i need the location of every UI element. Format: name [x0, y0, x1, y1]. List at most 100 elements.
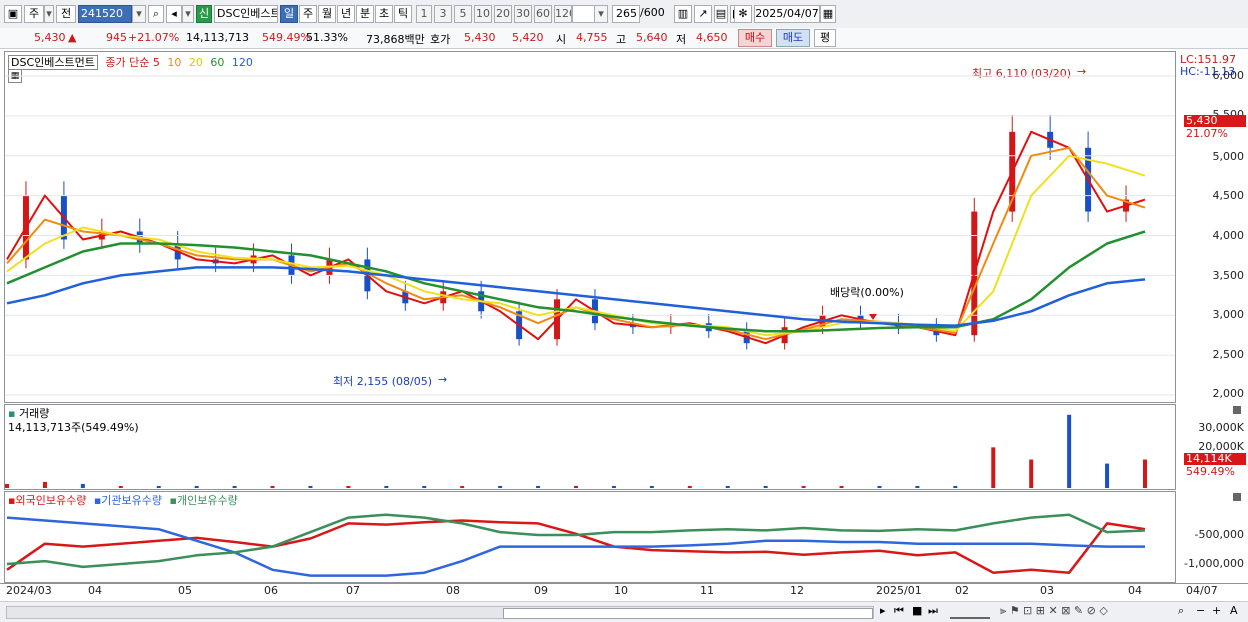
volume-bar-3 [118, 485, 123, 488]
stock-name[interactable]: DSC인베스트 [214, 5, 278, 23]
y-tick-5000: 5,000 [1212, 150, 1245, 163]
zoom-out-icon[interactable]: − [1196, 604, 1205, 617]
volume-bar-21 [801, 485, 806, 488]
volume-bar-29 [1105, 463, 1110, 488]
interval-dropdown-icon[interactable]: ▾ [594, 5, 608, 23]
volume-bar-7 [270, 485, 275, 488]
x-label-5: 08 [446, 584, 460, 597]
x-label-2: 05 [178, 584, 192, 597]
volume-bar-18 [687, 485, 692, 488]
interval-20[interactable]: 20 [494, 5, 512, 23]
bid-price: 5,420 [512, 31, 544, 44]
low-label: 저 [676, 33, 687, 46]
sell-button[interactable]: 매도 [776, 29, 810, 47]
interval-10[interactable]: 10 [474, 5, 492, 23]
search-icon[interactable]: ⌕ [148, 5, 164, 23]
period-minute[interactable]: 분 [356, 5, 374, 23]
volume-panel-close-icon[interactable] [1233, 406, 1241, 414]
holders-chart-svg [6, 513, 1146, 577]
period-day[interactable]: 일 [280, 5, 298, 23]
high-price: 5,640 [636, 31, 668, 44]
volume-bar-20 [763, 485, 768, 488]
vol-tick-30000k: 30,000K [1198, 421, 1244, 434]
volume-bar-30 [1143, 459, 1147, 488]
ask-price: 5,430 [464, 31, 496, 44]
volume-bar-22 [839, 485, 844, 488]
period-select[interactable]: 주 [24, 5, 44, 23]
scroll-right-icon[interactable]: ▸ [880, 604, 886, 617]
scrollbar-thumb[interactable] [503, 608, 873, 619]
speaker-icon[interactable]: ◂ [166, 5, 182, 23]
candle-icon[interactable]: ▥ [674, 5, 692, 23]
period-year[interactable]: 년 [337, 5, 355, 23]
holders-lines [6, 513, 1146, 577]
zoom-icon[interactable]: ⌕ [1178, 604, 1184, 618]
x-label-11: 02 [955, 584, 969, 597]
volume-bar-11 [422, 485, 427, 488]
volume-bar-1 [42, 481, 47, 488]
chart-type-icon[interactable]: ▣ [4, 5, 22, 23]
save-icon[interactable]: ▤ [714, 5, 728, 23]
volume-bar-14 [536, 485, 541, 488]
zoom-slider[interactable] [950, 605, 990, 619]
hold-tick-500k: -500,000 [1194, 528, 1244, 541]
low-price: 4,650 [696, 31, 728, 44]
prev-button[interactable]: 전 [56, 5, 76, 23]
bar-count-input[interactable]: 265 [612, 5, 640, 23]
volume-bars [5, 414, 1147, 488]
hold-tick-1000k: -1,000,000 [1184, 557, 1244, 570]
volume-bar-6 [232, 485, 237, 488]
change-percent: +21.07% [128, 31, 180, 44]
stock-code-input[interactable]: 241520 [78, 5, 132, 23]
interval-1[interactable]: 1 [416, 5, 432, 23]
last-page-icon[interactable]: ⏭ [928, 604, 938, 618]
volume-bar-10 [384, 485, 389, 488]
current-price-tag: 5,430 [1184, 115, 1246, 127]
interval-3[interactable]: 3 [434, 5, 452, 23]
period-second[interactable]: 초 [375, 5, 393, 23]
quote-label: 호가 [430, 33, 451, 46]
calendar-icon[interactable]: ▦ [820, 5, 836, 23]
volume-bar-23 [877, 485, 882, 488]
period-week[interactable]: 주 [299, 5, 317, 23]
period-month[interactable]: 월 [318, 5, 336, 23]
gear-icon[interactable]: ✻ [734, 5, 752, 23]
interval-5[interactable]: 5 [454, 5, 472, 23]
volume-bar-4 [156, 485, 161, 488]
stop-icon[interactable]: ■ [912, 604, 922, 617]
x-label-0: 2024/03 [6, 584, 52, 597]
high-label: 고 [616, 33, 627, 46]
dividend-marker-icon [869, 314, 877, 320]
font-size-icon[interactable]: A [1230, 604, 1238, 617]
y-tick-3500: 3,500 [1212, 269, 1245, 282]
volume-chart-svg [5, 414, 1147, 488]
volume-bar-5 [194, 485, 199, 488]
interval-60[interactable]: 60 [534, 5, 552, 23]
speaker-dropdown-icon[interactable]: ▾ [182, 5, 194, 23]
first-page-icon[interactable]: ⏮ [894, 604, 904, 618]
trade-amount: 73,868백만 [366, 33, 425, 46]
quote-info-bar: 5,430 ▲ 945 +21.07% 14,113,713 549.49% 5… [0, 28, 1248, 49]
holders-panel-close-icon[interactable] [1233, 493, 1241, 501]
bar-count-max: /600 [640, 6, 665, 19]
scrollbar-track[interactable] [6, 606, 874, 619]
x-label-right: 04/07 [1186, 584, 1218, 597]
tool-icons[interactable]: ⫸ ⚑ ⊡ ⊞ ✕ ⊠ ✎ ⊘ ◇ [1000, 604, 1108, 618]
zoom-in-icon[interactable]: + [1212, 604, 1221, 617]
code-dropdown-icon[interactable]: ▾ [132, 5, 146, 23]
holders-axis: -500,000 -1,000,000 [1176, 491, 1248, 583]
open-label: 시 [556, 33, 567, 46]
up-arrow-icon: ▲ [68, 31, 77, 44]
volume-value: 14,113,713 [186, 31, 249, 44]
period-tick[interactable]: 틱 [394, 5, 412, 23]
buy-button[interactable]: 매수 [738, 29, 772, 47]
current-pct-tag: 21.07% [1186, 127, 1228, 140]
period-dropdown-icon[interactable]: ▾ [44, 5, 54, 23]
eval-button[interactable]: 평 [814, 29, 836, 47]
draw-tool-icon[interactable]: ↗ [694, 5, 712, 23]
date-input[interactable]: 2025/04/07 [754, 5, 820, 23]
interval-120[interactable]: 120 [554, 5, 572, 23]
interval-30[interactable]: 30 [514, 5, 532, 23]
volume-bar-2 [80, 483, 85, 488]
moving-average-lines [5, 75, 1175, 396]
